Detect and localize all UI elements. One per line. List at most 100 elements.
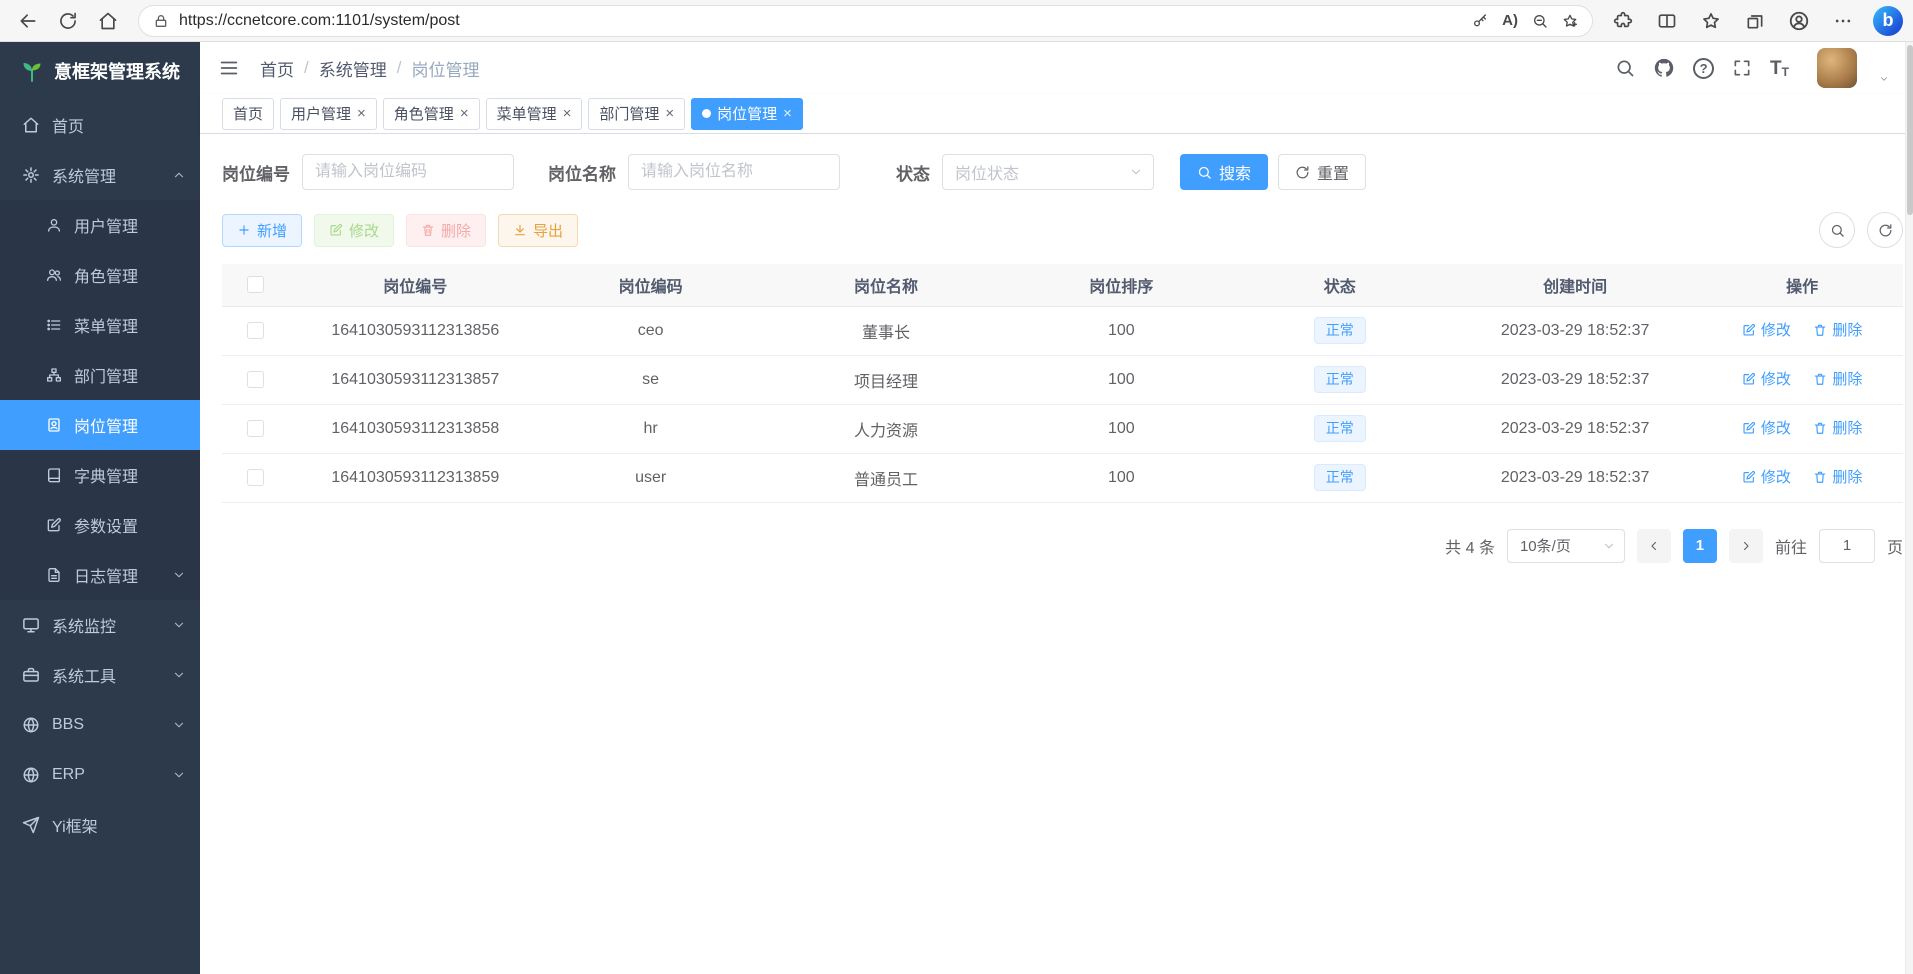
sidebar-item-log-management[interactable]: 日志管理 (0, 550, 200, 600)
status-select[interactable]: 岗位状态 (942, 154, 1154, 190)
tab-role-management[interactable]: 角色管理 × (383, 98, 480, 130)
tab-post-management[interactable]: 岗位管理 × (691, 98, 803, 130)
close-icon[interactable]: × (783, 106, 792, 121)
edit-button[interactable]: 修改 (314, 214, 394, 247)
sidebar-item-user-management[interactable]: 用户管理 (0, 200, 200, 250)
read-aloud-icon[interactable]: A) (1502, 12, 1518, 29)
row-checkbox[interactable] (247, 371, 264, 388)
sidebar-item-home[interactable]: 首页 (0, 100, 200, 150)
page-scrollbar[interactable] (1905, 42, 1913, 974)
sidebar-toggle-button[interactable] (218, 57, 240, 79)
fullscreen-icon[interactable] (1732, 58, 1752, 78)
edit-icon (329, 223, 343, 237)
row-delete-link[interactable]: 删除 (1813, 466, 1862, 487)
sidebar-item-label: 系统管理 (52, 163, 116, 187)
page-size-select[interactable]: 10条/页 (1507, 529, 1625, 563)
row-checkbox[interactable] (247, 469, 264, 486)
row-checkbox[interactable] (247, 322, 264, 339)
id-badge-icon (46, 417, 62, 433)
select-all-checkbox[interactable] (247, 276, 264, 293)
globe-icon (22, 716, 40, 734)
bing-sidebar-button[interactable]: b (1873, 6, 1903, 36)
avatar-caret-down-icon[interactable] (1877, 74, 1891, 88)
close-icon[interactable]: × (563, 106, 572, 121)
table-row[interactable]: 1641030593112313859 user 普通员工 100 正常 202… (222, 453, 1903, 502)
sidebar-item-erp[interactable]: ERP (0, 750, 200, 800)
post-code-input[interactable] (302, 154, 514, 190)
cell-created-time: 2023-03-29 18:52:37 (1449, 306, 1701, 355)
table-row[interactable]: 1641030593112313856 ceo 董事长 100 正常 2023-… (222, 306, 1903, 355)
row-edit-link[interactable]: 修改 (1742, 466, 1791, 487)
sidebar-item-system-tools[interactable]: 系统工具 (0, 650, 200, 700)
sidebar-item-system-monitoring[interactable]: 系统监控 (0, 600, 200, 650)
export-button[interactable]: 导出 (498, 214, 578, 247)
sidebar-item-post-management[interactable]: 岗位管理 (0, 400, 200, 450)
refresh-table-button[interactable] (1867, 212, 1903, 248)
row-delete-link[interactable]: 删除 (1813, 368, 1862, 389)
address-bar[interactable]: https://ccnetcore.com:1101/system/post A… (138, 5, 1593, 37)
site-info-lock-icon[interactable] (153, 13, 169, 29)
browser-back-button[interactable] (10, 4, 46, 38)
toggle-search-button[interactable] (1819, 212, 1855, 248)
collections-button[interactable] (1737, 4, 1773, 38)
reset-button[interactable]: 重置 (1278, 154, 1366, 190)
breadcrumb-home[interactable]: 首页 (260, 56, 294, 81)
header-search-icon[interactable] (1615, 58, 1635, 78)
github-icon[interactable] (1653, 57, 1675, 79)
delete-button[interactable]: 删除 (406, 214, 486, 247)
sidebar-item-parameter-settings[interactable]: 参数设置 (0, 500, 200, 550)
table-row[interactable]: 1641030593112313858 hr 人力资源 100 正常 2023-… (222, 404, 1903, 453)
tab-department-management[interactable]: 部门管理 × (588, 98, 685, 130)
sidebar-item-bbs[interactable]: BBS (0, 700, 200, 750)
favorites-button[interactable] (1693, 4, 1729, 38)
zoom-out-icon[interactable] (1532, 13, 1548, 29)
table-row[interactable]: 1641030593112313857 se 项目经理 100 正常 2023-… (222, 355, 1903, 404)
add-favorite-star-icon[interactable] (1562, 13, 1578, 29)
post-name-input[interactable] (628, 154, 840, 190)
row-edit-link[interactable]: 修改 (1742, 319, 1791, 340)
password-key-icon[interactable] (1472, 13, 1488, 29)
sidebar-item-menu-management[interactable]: 菜单管理 (0, 300, 200, 350)
split-screen-button[interactable] (1649, 4, 1685, 38)
row-checkbox[interactable] (247, 420, 264, 437)
close-icon[interactable]: × (460, 106, 469, 121)
browser-profile-button[interactable] (1781, 4, 1817, 38)
browser-refresh-button[interactable] (50, 4, 86, 38)
tab-menu-management[interactable]: 菜单管理 × (486, 98, 583, 130)
close-icon[interactable]: × (357, 106, 366, 121)
scrollbar-thumb[interactable] (1907, 45, 1913, 215)
app-title: 意框架管理系统 (54, 58, 180, 84)
goto-page-input[interactable] (1819, 529, 1875, 563)
avatar[interactable] (1817, 48, 1857, 88)
star-icon (1701, 11, 1721, 31)
bing-icon: b (1883, 10, 1894, 31)
tab-user-management[interactable]: 用户管理 × (280, 98, 377, 130)
breadcrumb-system[interactable]: 系统管理 (319, 56, 387, 81)
row-edit-link[interactable]: 修改 (1742, 368, 1791, 389)
sidebar-item-dictionary-management[interactable]: 字典管理 (0, 450, 200, 500)
row-delete-link[interactable]: 删除 (1813, 319, 1862, 340)
sidebar-item-system-management[interactable]: 系统管理 (0, 150, 200, 200)
refresh-icon (58, 11, 78, 31)
browser-settings-button[interactable] (1825, 4, 1861, 38)
tab-home[interactable]: 首页 (222, 98, 274, 130)
page-number-button[interactable]: 1 (1683, 529, 1717, 563)
close-icon[interactable]: × (665, 106, 674, 121)
split-screen-icon (1657, 11, 1677, 31)
sidebar-item-department-management[interactable]: 部门管理 (0, 350, 200, 400)
sidebar-item-role-management[interactable]: 角色管理 (0, 250, 200, 300)
row-delete-link[interactable]: 删除 (1813, 417, 1862, 438)
browser-home-button[interactable] (90, 4, 126, 38)
url-text[interactable]: https://ccnetcore.com:1101/system/post (179, 12, 1462, 30)
row-edit-link[interactable]: 修改 (1742, 417, 1791, 438)
help-icon[interactable]: ? (1693, 58, 1714, 79)
prev-page-button[interactable] (1637, 529, 1671, 563)
search-button[interactable]: 搜索 (1180, 154, 1268, 190)
font-size-icon[interactable]: TT (1770, 59, 1789, 78)
extensions-button[interactable] (1605, 4, 1641, 38)
status-label: 状态 (896, 160, 930, 185)
next-page-button[interactable] (1729, 529, 1763, 563)
sidebar-item-yi-framework[interactable]: Yi框架 (0, 800, 200, 850)
sidebar-item-label: 部门管理 (74, 363, 138, 387)
add-button[interactable]: 新增 (222, 214, 302, 247)
